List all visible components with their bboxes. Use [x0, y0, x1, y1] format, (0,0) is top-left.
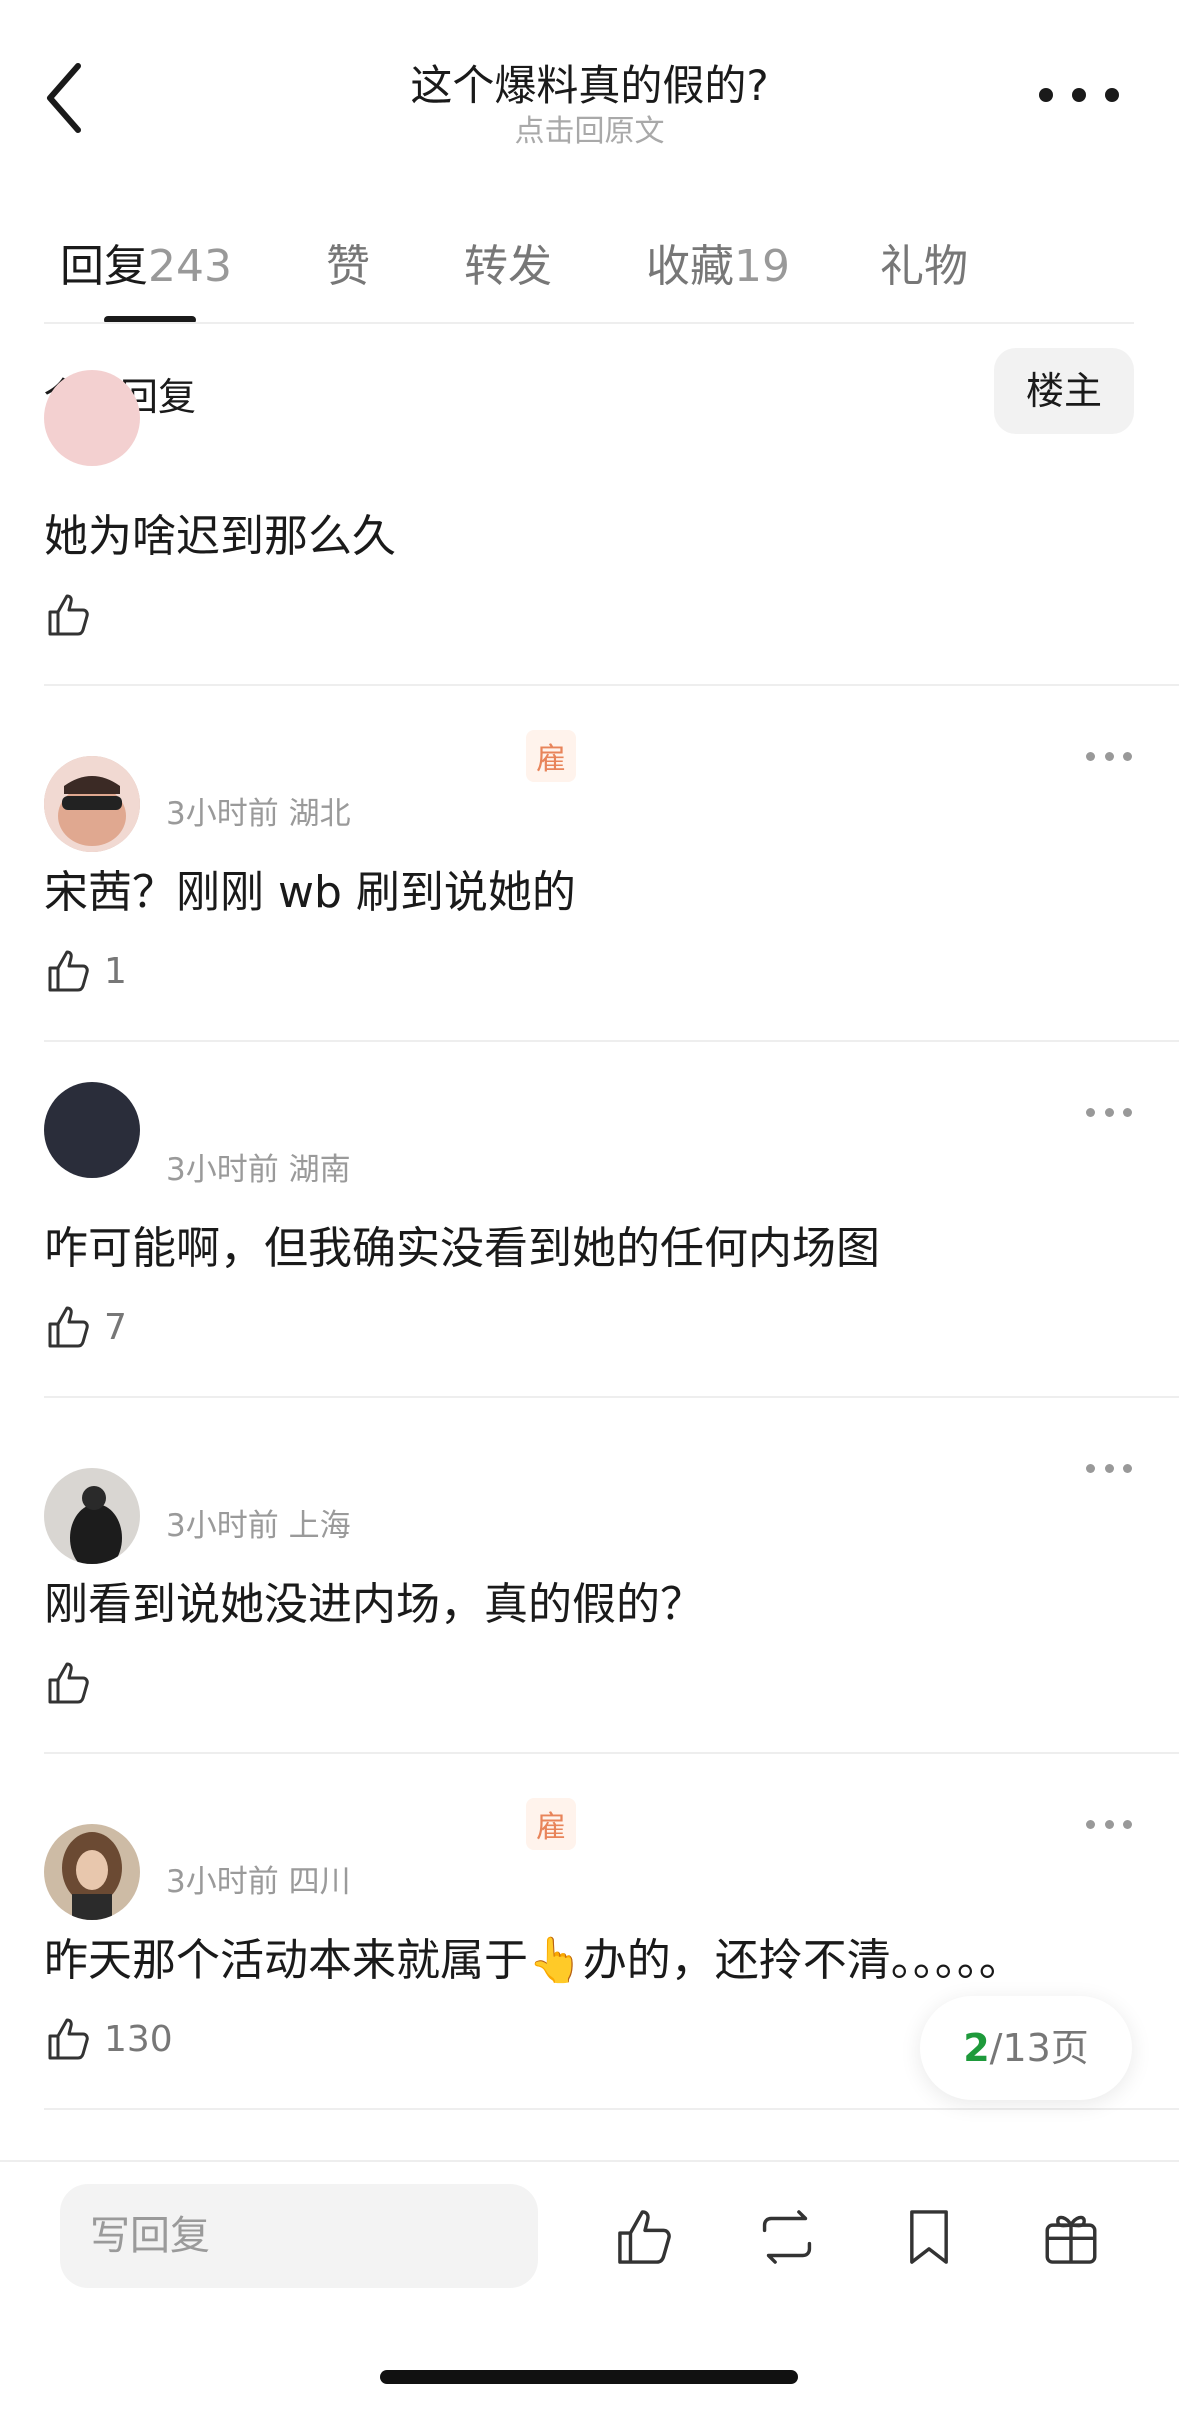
comment-location: 湖北: [288, 796, 351, 832]
tab-label: 赞: [326, 241, 370, 292]
comment-text: 刚看到说她没进内场，真的假的？: [44, 1579, 704, 1630]
comment-meta: 3小时前 湖北: [166, 788, 351, 833]
comment-text: 她为啥迟到那么久: [44, 511, 396, 562]
comment-text: 咋可能啊，但我确实没看到她的任何内场图: [44, 1223, 880, 1274]
comment-time: 3小时前: [166, 1864, 279, 1900]
avatar[interactable]: [44, 1082, 140, 1178]
divider: [44, 1040, 1179, 1042]
total-pages: /13页: [989, 2026, 1089, 2070]
home-indicator: [380, 2370, 798, 2384]
avatar[interactable]: [44, 1468, 140, 1564]
divider: [44, 1396, 1179, 1398]
tab-bar: 回复243 赞 转发 收藏19 礼物: [0, 220, 1179, 324]
current-page: 2: [963, 2026, 990, 2070]
like-count: 7: [104, 1306, 127, 1348]
thumbs-up-icon: [48, 950, 89, 992]
tab-count: 243: [148, 241, 232, 292]
comment-location: 湖南: [288, 1152, 351, 1188]
avatar[interactable]: [44, 756, 140, 852]
divider: [44, 322, 1134, 324]
page-title: 这个爆料真的假的?: [410, 61, 769, 110]
tab-label: 转发: [464, 241, 552, 292]
comment-meta: 3小时前 四川: [166, 1856, 351, 1901]
thumbs-up-icon: [48, 1306, 89, 1348]
header: 这个爆料真的假的? 点击回原文: [0, 0, 1179, 160]
like-button[interactable]: 130: [44, 2012, 173, 2066]
like-button[interactable]: 1: [44, 944, 127, 998]
like-button[interactable]: [44, 1656, 104, 1710]
tab-reposts[interactable]: 转发: [464, 230, 552, 294]
thumbs-up-icon: [48, 2018, 89, 2060]
repost-icon[interactable]: [754, 2204, 820, 2270]
thumbs-up-icon[interactable]: [612, 2204, 678, 2270]
like-count: 1: [104, 950, 127, 992]
more-icon[interactable]: [1086, 1814, 1132, 1834]
page-indicator[interactable]: 2/13页: [920, 1996, 1132, 2100]
back-to-original-link[interactable]: 点击回原文: [0, 106, 1179, 150]
tab-likes[interactable]: 赞: [326, 230, 370, 294]
tab-label: 收藏: [646, 241, 734, 292]
tab-count: 19: [734, 241, 790, 292]
like-button[interactable]: [44, 588, 104, 642]
thumbs-up-icon: [48, 594, 89, 636]
comment-location: 上海: [288, 1508, 351, 1544]
tab-label: 回复: [60, 241, 148, 292]
tab-replies[interactable]: 回复243: [60, 230, 232, 294]
divider: [44, 2108, 1179, 2110]
divider: [44, 1752, 1179, 1754]
comment-meta: 3小时前 湖南: [166, 1144, 351, 1189]
comment-time: 3小时前: [166, 796, 279, 832]
op-only-button[interactable]: 楼主: [994, 348, 1134, 434]
user-badge: 雇: [526, 1798, 576, 1850]
gift-icon[interactable]: [1038, 2204, 1104, 2270]
comment-meta: 3小时前 上海: [166, 1500, 351, 1545]
like-count: 130: [104, 2018, 173, 2060]
more-icon[interactable]: [1086, 746, 1132, 766]
comment-time: 3小时前: [166, 1508, 279, 1544]
avatar[interactable]: [44, 1824, 140, 1920]
avatar[interactable]: [44, 370, 140, 466]
like-button[interactable]: 7: [44, 1300, 127, 1354]
bookmark-icon[interactable]: [896, 2204, 962, 2270]
reply-input[interactable]: 写回复: [60, 2184, 538, 2288]
tab-label: 礼物: [880, 241, 968, 292]
more-icon[interactable]: [1086, 1102, 1132, 1122]
comment-time: 3小时前: [166, 1152, 279, 1188]
tab-gifts[interactable]: 礼物: [880, 230, 968, 294]
divider: [44, 684, 1179, 686]
more-icon[interactable]: [1039, 80, 1119, 110]
comment-location: 四川: [288, 1864, 351, 1900]
more-icon[interactable]: [1086, 1458, 1132, 1478]
thumbs-up-icon: [48, 1662, 89, 1704]
user-badge: 雇: [526, 730, 576, 782]
comment-text: 昨天那个活动本来就属于👆办的，还拎不清。。。。。: [44, 1935, 1023, 1986]
comment-text: 宋茜？刚刚 wb 刷到说她的: [44, 867, 576, 918]
tab-favorites[interactable]: 收藏19: [646, 230, 790, 294]
